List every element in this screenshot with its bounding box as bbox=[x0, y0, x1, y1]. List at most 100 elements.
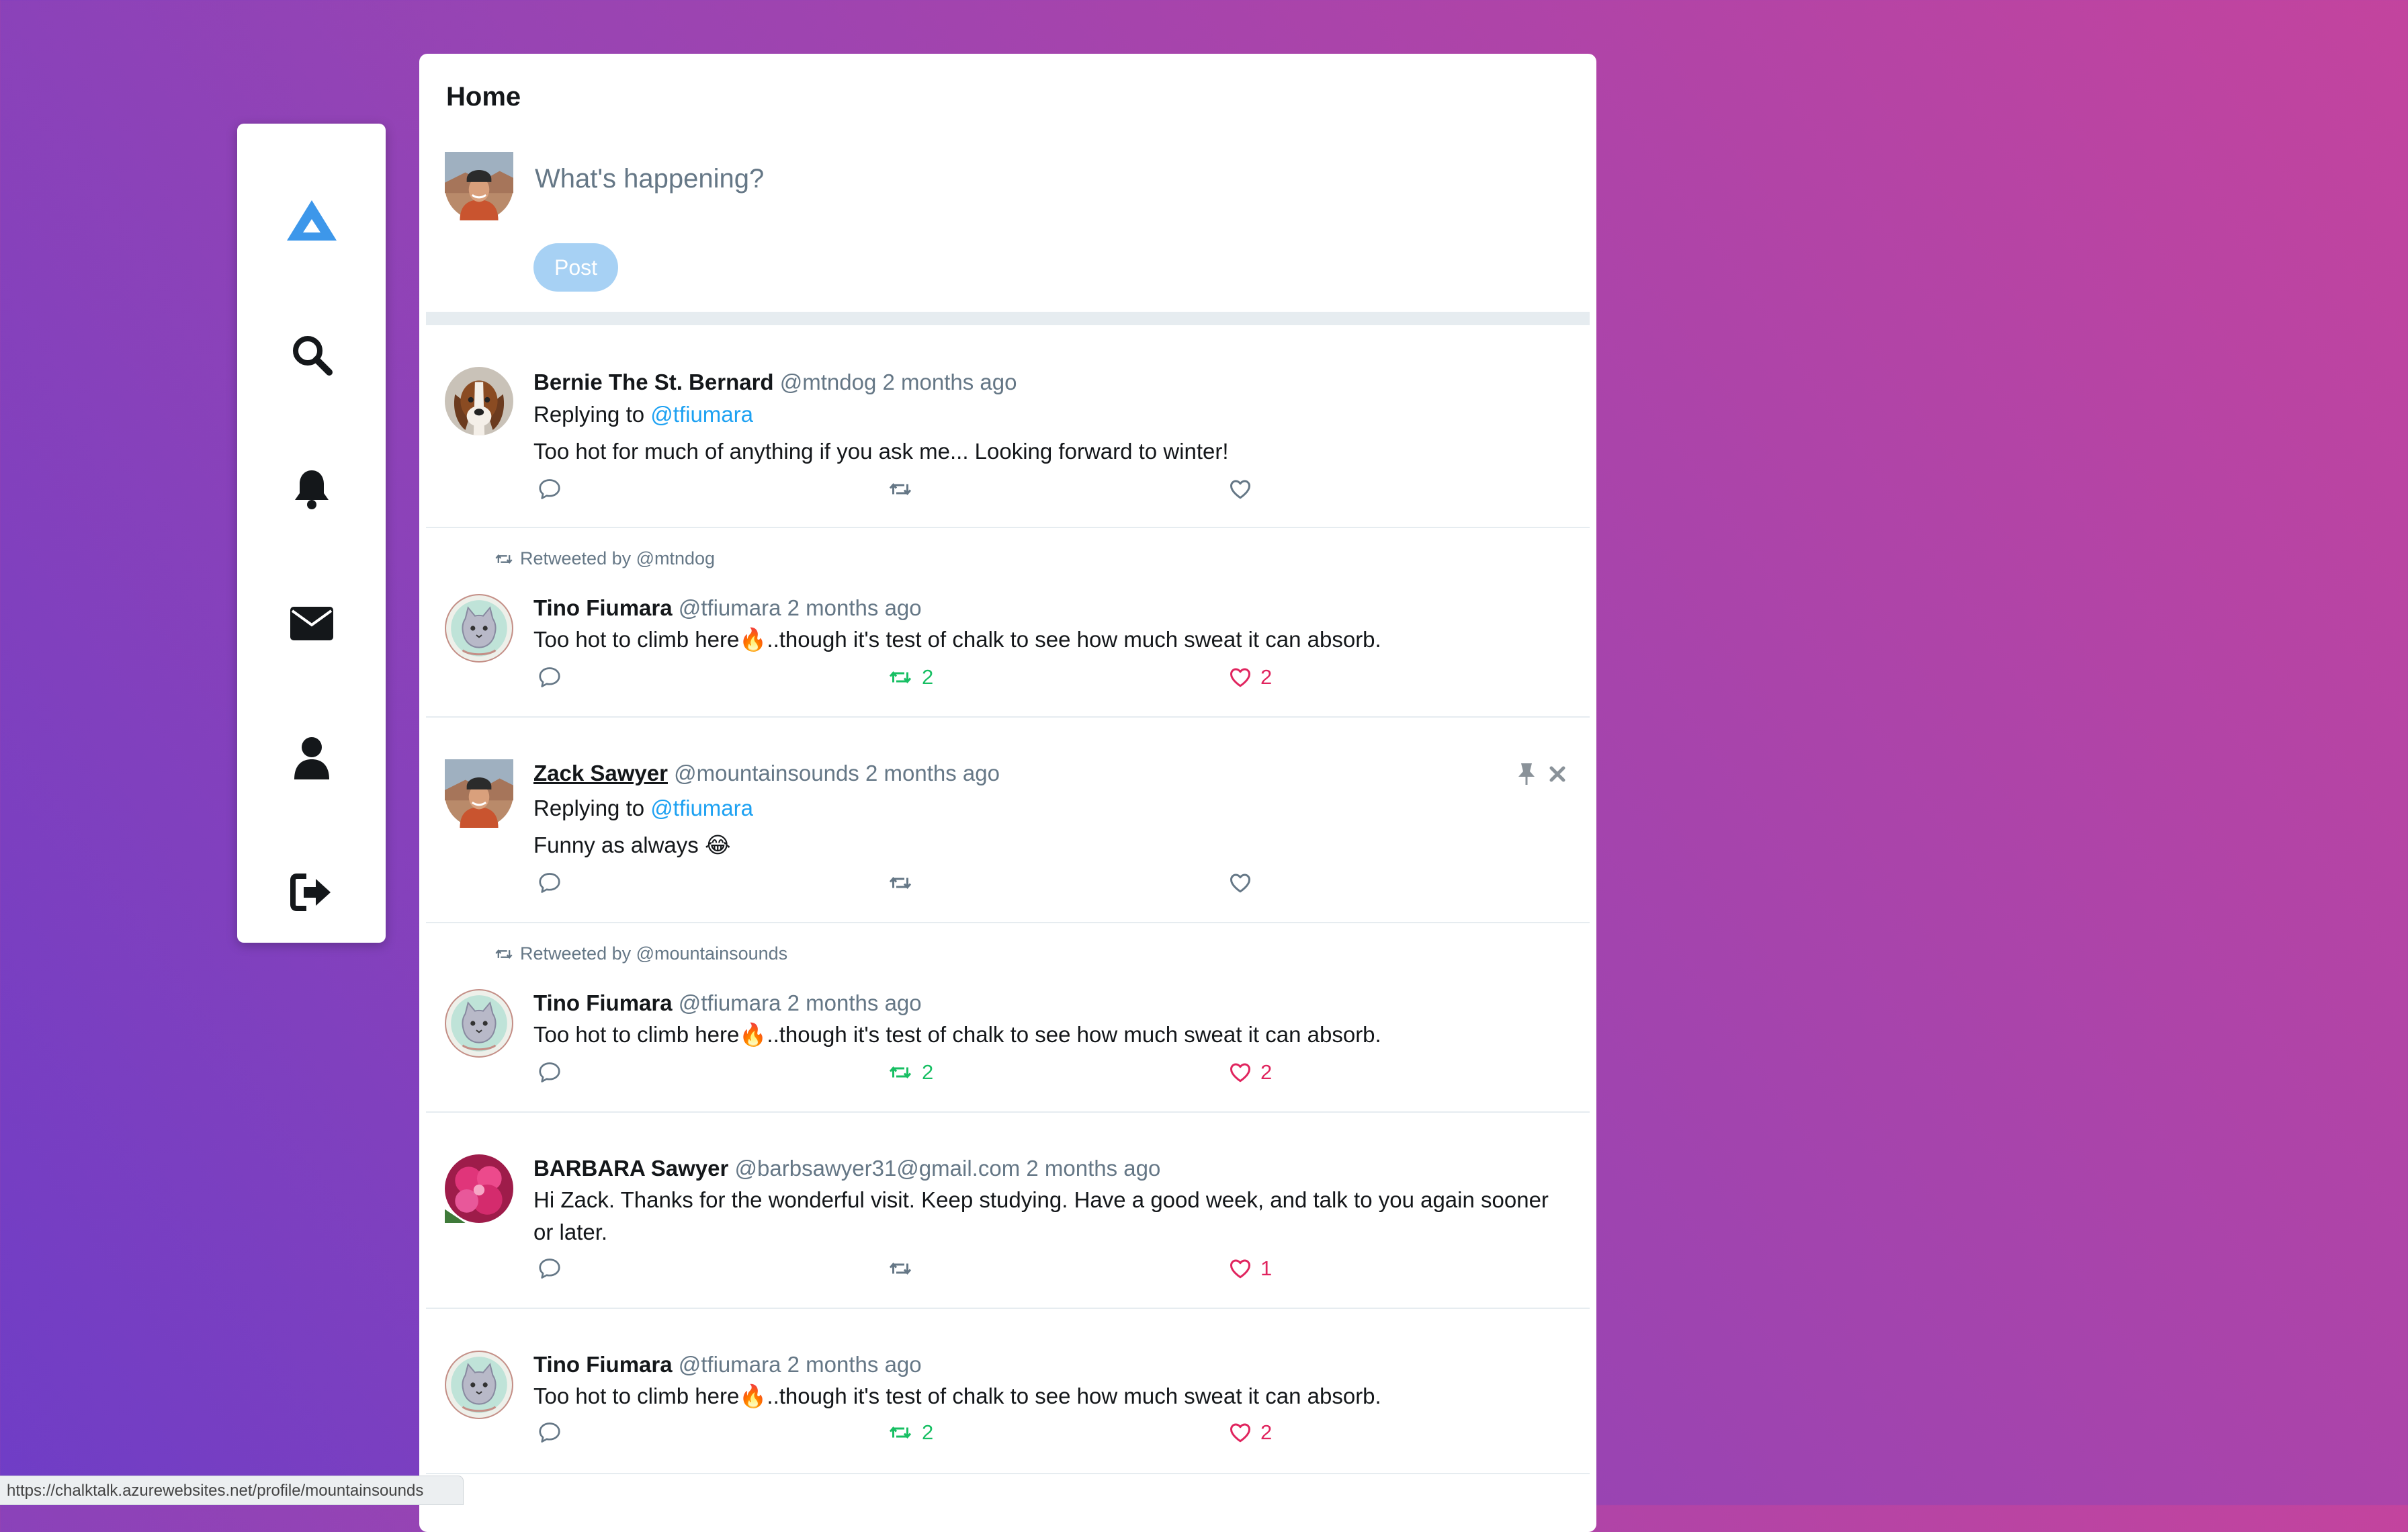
tweet-handle: @tfiumara bbox=[678, 595, 781, 620]
reply-button[interactable] bbox=[538, 1420, 562, 1445]
like-count: 1 bbox=[1260, 1257, 1273, 1280]
replying-to-prefix: Replying to bbox=[533, 402, 645, 427]
tweet-actions bbox=[533, 477, 1340, 507]
reply-icon bbox=[538, 665, 562, 689]
heart-icon bbox=[1228, 1420, 1252, 1445]
heart-icon bbox=[1228, 1257, 1252, 1281]
tweet-item[interactable]: Bernie The St. Bernard @mtndog 2 months … bbox=[426, 325, 1590, 528]
tweet-author-name[interactable]: Zack Sawyer bbox=[533, 761, 668, 785]
tweet-actions bbox=[533, 871, 1340, 900]
sidebar-item-notifications[interactable] bbox=[237, 449, 386, 529]
retweeted-by-label: Retweeted by @mountainsounds bbox=[520, 943, 788, 964]
tweet-avatar[interactable] bbox=[445, 1154, 513, 1223]
retweet-icon bbox=[493, 945, 515, 964]
retweet-button[interactable]: 2 bbox=[887, 1060, 933, 1084]
retweet-button[interactable] bbox=[887, 477, 922, 501]
reply-icon bbox=[538, 477, 562, 501]
replying-to-prefix: Replying to bbox=[533, 796, 645, 820]
replying-to-mention[interactable]: @tfiumara bbox=[650, 796, 753, 820]
sidebar-item-messages[interactable] bbox=[237, 583, 386, 664]
sidebar-item-logout[interactable] bbox=[237, 852, 386, 933]
replying-to: Replying to @tfiumara bbox=[533, 402, 753, 427]
tweet-avatar[interactable] bbox=[445, 594, 513, 663]
retweet-icon bbox=[887, 1257, 914, 1281]
retweet-button[interactable]: 2 bbox=[887, 1420, 933, 1445]
reply-button[interactable] bbox=[538, 665, 562, 689]
tweet-handle: @mtndog bbox=[779, 370, 877, 394]
tweet-actions: 2 2 bbox=[533, 665, 1340, 695]
retweet-button[interactable] bbox=[887, 871, 922, 895]
tweet-avatar[interactable] bbox=[445, 989, 513, 1058]
reply-button[interactable] bbox=[538, 1257, 562, 1281]
reply-button[interactable] bbox=[538, 477, 562, 501]
post-button[interactable]: Post bbox=[533, 243, 618, 292]
sidebar-item-search[interactable] bbox=[237, 314, 386, 395]
heart-icon bbox=[1228, 665, 1252, 689]
tweet-item[interactable]: Tino Fiumara @tfiumara 2 months ago Too … bbox=[426, 1309, 1590, 1474]
pin-icon bbox=[1518, 763, 1535, 785]
compose-input[interactable] bbox=[533, 155, 1557, 203]
retweet-button[interactable] bbox=[887, 1257, 922, 1281]
tweet-header: BARBARA Sawyer @barbsawyer31@gmail.com 2… bbox=[533, 1156, 1160, 1181]
tweet-tools bbox=[1505, 762, 1567, 786]
compose-divider bbox=[426, 312, 1590, 325]
envelope-icon bbox=[290, 607, 333, 640]
tweet-actions: 2 2 bbox=[533, 1420, 1340, 1450]
tweet-item[interactable]: Zack Sawyer @mountainsounds 2 months ago… bbox=[426, 718, 1590, 923]
retweeted-by: Retweeted by @mtndog bbox=[493, 548, 715, 569]
sidebar-item-profile[interactable] bbox=[237, 718, 386, 798]
like-count: 2 bbox=[1260, 1420, 1273, 1444]
logout-icon bbox=[290, 874, 331, 911]
retweet-icon bbox=[887, 665, 914, 689]
replying-to-mention[interactable]: @tfiumara bbox=[650, 402, 753, 427]
like-button[interactable] bbox=[1228, 871, 1260, 895]
like-count: 2 bbox=[1260, 665, 1273, 689]
tweet-item[interactable]: Retweeted by @mountainsounds Tino Fiumar… bbox=[426, 923, 1590, 1113]
tweet-time: 2 months ago bbox=[882, 370, 1017, 394]
tweet-author-name[interactable]: Tino Fiumara bbox=[533, 595, 673, 620]
tweet-item[interactable]: Retweeted by @mtndog Tino Fiumara @tfium… bbox=[426, 528, 1590, 718]
heart-icon bbox=[1228, 1060, 1252, 1084]
tweet-avatar[interactable] bbox=[445, 1351, 513, 1419]
tweet-author-name[interactable]: BARBARA Sawyer bbox=[533, 1156, 728, 1181]
retweeted-by: Retweeted by @mountainsounds bbox=[493, 943, 787, 964]
search-icon bbox=[292, 336, 333, 376]
tweet-author-name[interactable]: Tino Fiumara bbox=[533, 1352, 673, 1377]
reply-icon bbox=[538, 1257, 562, 1281]
replying-to: Replying to @tfiumara bbox=[533, 796, 753, 821]
sidebar-item-home[interactable] bbox=[237, 180, 386, 261]
tweet-actions: 1 bbox=[533, 1257, 1340, 1286]
tweet-avatar[interactable] bbox=[445, 367, 513, 435]
tweet-author-name[interactable]: Tino Fiumara bbox=[533, 990, 673, 1015]
heart-icon bbox=[1228, 477, 1252, 501]
delete-button[interactable] bbox=[1548, 765, 1567, 783]
reply-icon bbox=[538, 1420, 562, 1445]
tweet-item[interactable]: BARBARA Sawyer @barbsawyer31@gmail.com 2… bbox=[426, 1113, 1590, 1309]
timeline-panel: Home Post Bernie The St. Bernard @mtndog… bbox=[419, 54, 1596, 1532]
tweet-text: Too hot to climb here🔥..though it's test… bbox=[533, 627, 1381, 652]
user-icon bbox=[294, 737, 329, 779]
reply-button[interactable] bbox=[538, 871, 562, 895]
tweet-author-name[interactable]: Bernie The St. Bernard bbox=[533, 370, 774, 394]
heart-icon bbox=[1228, 871, 1252, 895]
reply-icon bbox=[538, 1060, 562, 1084]
like-button[interactable]: 2 bbox=[1228, 665, 1272, 689]
retweet-icon bbox=[887, 1060, 914, 1084]
tweet-time: 2 months ago bbox=[865, 761, 1000, 785]
like-button[interactable] bbox=[1228, 477, 1260, 501]
page-title: Home bbox=[446, 82, 521, 112]
tweet-handle: @mountainsounds bbox=[674, 761, 859, 785]
retweeted-by-label: Retweeted by @mtndog bbox=[520, 548, 716, 568]
retweet-button[interactable]: 2 bbox=[887, 665, 933, 689]
retweet-icon bbox=[887, 477, 914, 501]
pin-button[interactable] bbox=[1517, 762, 1536, 786]
like-button[interactable]: 2 bbox=[1228, 1060, 1272, 1084]
tweet-time: 2 months ago bbox=[787, 1352, 922, 1377]
tweet-time: 2 months ago bbox=[787, 990, 922, 1015]
like-button[interactable]: 1 bbox=[1228, 1257, 1272, 1281]
tweet-header: Tino Fiumara @tfiumara 2 months ago bbox=[533, 1352, 922, 1377]
reply-button[interactable] bbox=[538, 1060, 562, 1084]
like-button[interactable]: 2 bbox=[1228, 1420, 1272, 1445]
tweet-time: 2 months ago bbox=[787, 595, 922, 620]
tweet-avatar[interactable] bbox=[445, 759, 513, 828]
